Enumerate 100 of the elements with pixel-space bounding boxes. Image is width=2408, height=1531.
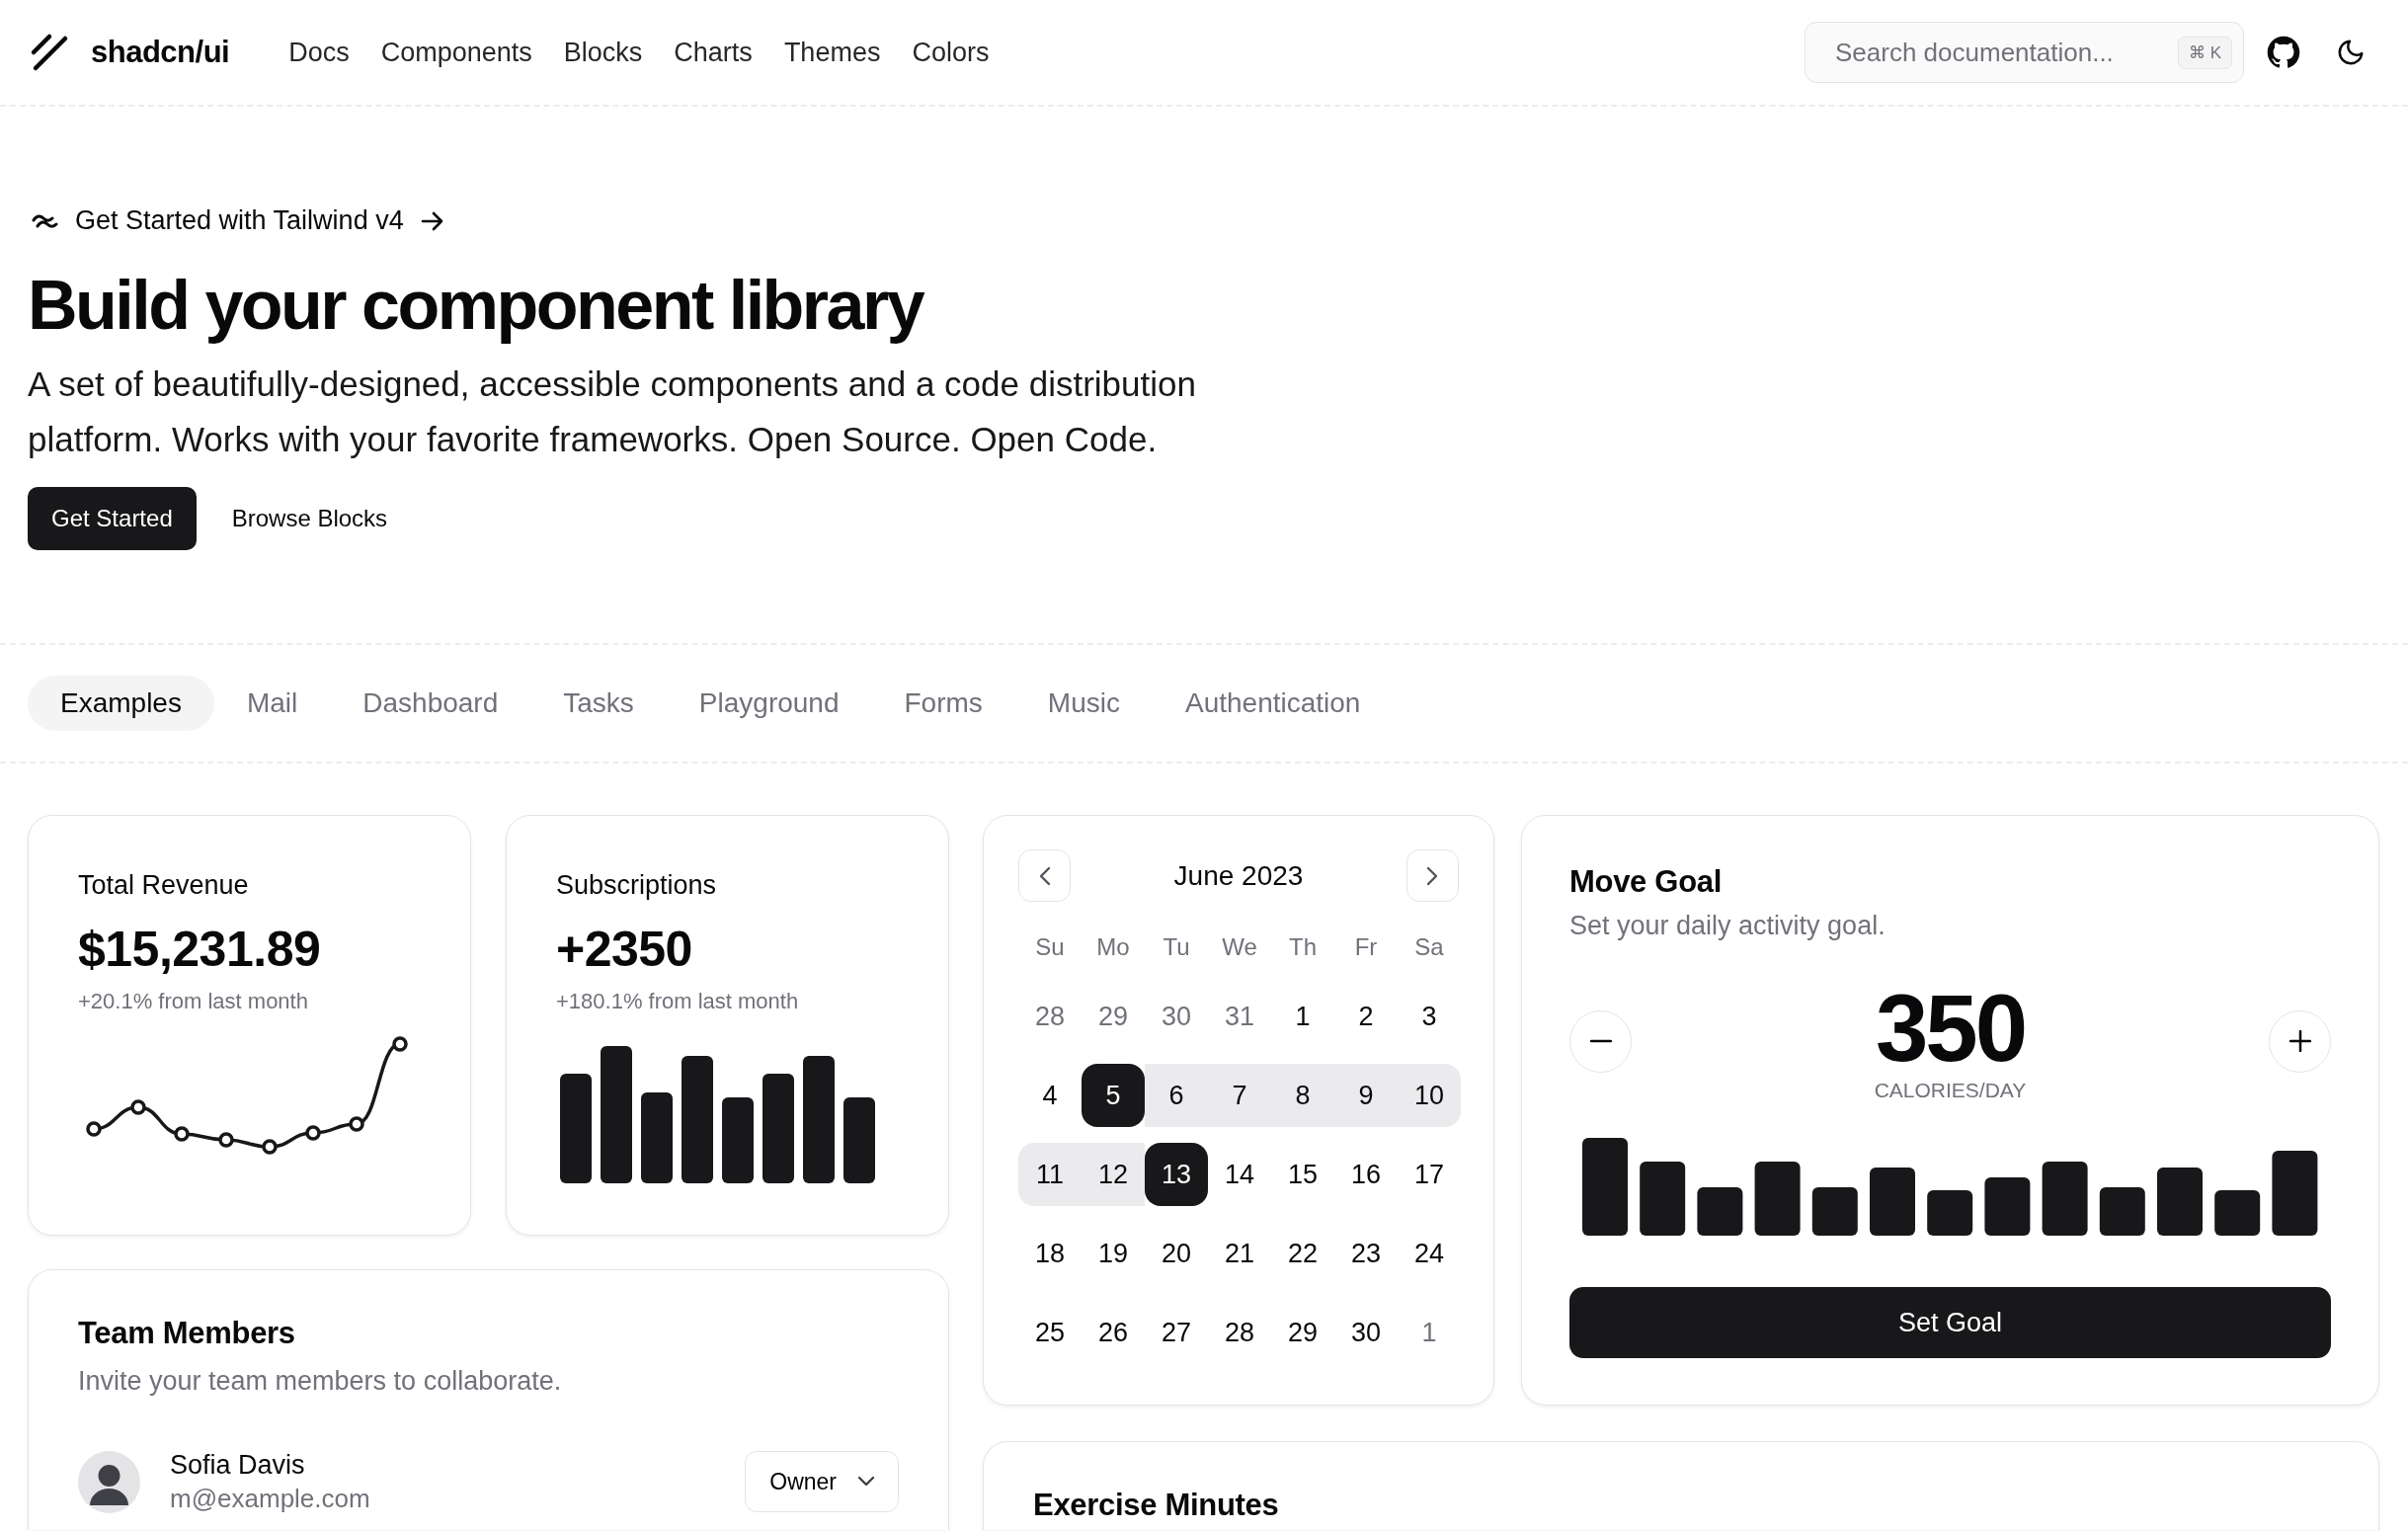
calendar-day[interactable]: 12 — [1082, 1143, 1145, 1206]
calendar-day[interactable]: 28 — [1018, 985, 1082, 1048]
chevron-left-icon — [1037, 864, 1052, 887]
card-title: Move Goal — [1569, 863, 1724, 901]
member-email: m@example.com — [170, 1483, 371, 1515]
set-goal-button[interactable]: Set Goal — [1569, 1287, 2331, 1358]
data-point — [174, 1126, 190, 1142]
calendar-day[interactable]: 3 — [1398, 985, 1461, 1048]
calendar-day[interactable]: 31 — [1208, 985, 1271, 1048]
data-point — [349, 1116, 364, 1132]
calendar-day[interactable]: 13 — [1145, 1143, 1208, 1206]
stat-value: $15,231.89 — [78, 921, 322, 979]
calendar-day[interactable]: 26 — [1082, 1301, 1145, 1364]
calendar-day[interactable]: 16 — [1334, 1143, 1398, 1206]
chart-bar — [2157, 1168, 2203, 1236]
member-name: Sofia Davis — [170, 1449, 306, 1482]
calendar-day[interactable]: 28 — [1208, 1301, 1271, 1364]
chart-bar — [2099, 1187, 2145, 1236]
calendar-day[interactable]: 14 — [1208, 1143, 1271, 1206]
data-point — [130, 1099, 146, 1115]
stat-change: +20.1% from last month — [78, 988, 309, 1015]
nav-link[interactable]: Charts — [662, 29, 764, 76]
calendar-day[interactable]: 1 — [1398, 1301, 1461, 1364]
minus-icon — [1589, 1039, 1612, 1043]
calendar-day[interactable]: 7 — [1208, 1064, 1271, 1127]
stat-change: +180.1% from last month — [556, 988, 800, 1015]
calendar-day[interactable]: 29 — [1271, 1301, 1334, 1364]
calendar-day[interactable]: 10 — [1398, 1064, 1461, 1127]
month-label: June 2023 — [1173, 859, 1304, 892]
card-title: Subscriptions — [556, 869, 718, 902]
moon-icon — [2336, 38, 2366, 67]
chart-bar — [1984, 1177, 2031, 1236]
calendar-day[interactable]: 9 — [1334, 1064, 1398, 1127]
data-point — [305, 1125, 321, 1141]
goal-value: 350 — [1875, 979, 2026, 1078]
weekday-label: Fr — [1353, 933, 1379, 961]
weekday-label: We — [1221, 933, 1258, 961]
goal-unit: CALORIES/DAY — [1874, 1078, 2027, 1103]
example-tab[interactable]: Forms — [871, 676, 1015, 731]
nav-link[interactable]: Themes — [771, 29, 893, 76]
card-title: Total Revenue — [78, 869, 250, 902]
card-description: Set your daily activity goal. — [1569, 910, 1886, 942]
plus-icon — [2288, 1030, 2311, 1052]
announcement-link[interactable]: Get Started with Tailwind v4 — [28, 201, 449, 240]
calendar-day[interactable]: 4 — [1018, 1064, 1082, 1127]
calendar-day[interactable]: 19 — [1082, 1222, 1145, 1285]
chart-bar — [1927, 1190, 1973, 1236]
slash-logo-icon[interactable] — [30, 33, 69, 72]
nav-link[interactable]: Blocks — [551, 29, 655, 76]
nav-link[interactable]: Colors — [900, 29, 1002, 76]
calendar-day[interactable]: 25 — [1018, 1301, 1082, 1364]
example-tab[interactable]: Authentication — [1152, 676, 1394, 731]
calendar-day[interactable]: 24 — [1398, 1222, 1461, 1285]
browse-button[interactable]: Browse Blocks — [207, 487, 412, 550]
calendar-day[interactable]: 5 — [1082, 1064, 1145, 1127]
calendar-day[interactable]: 18 — [1018, 1222, 1082, 1285]
role-dropdown[interactable]: Owner — [745, 1451, 899, 1512]
card-description: Invite your team members to collaborate. — [78, 1365, 563, 1398]
weekday-label: Su — [1034, 933, 1066, 961]
example-tab[interactable]: Playground — [666, 676, 872, 731]
nav-link[interactable]: Docs — [277, 29, 361, 76]
get-started-button[interactable]: Get Started — [28, 487, 197, 550]
chevron-right-icon — [1425, 864, 1440, 887]
nav-link[interactable]: Components — [368, 29, 544, 76]
calendar-day[interactable]: 21 — [1208, 1222, 1271, 1285]
weekday-label: Tu — [1162, 933, 1191, 961]
example-tab[interactable]: Music — [1014, 676, 1153, 731]
logo-text[interactable]: shadcn/ui — [91, 35, 230, 70]
calendar-day[interactable]: 20 — [1145, 1222, 1208, 1285]
github-icon — [2267, 36, 2300, 69]
calendar-day[interactable]: 29 — [1082, 985, 1145, 1048]
data-point — [218, 1132, 234, 1148]
calendar-day[interactable]: 6 — [1145, 1064, 1208, 1127]
calendar-day[interactable]: 15 — [1271, 1143, 1334, 1206]
data-point — [392, 1036, 408, 1052]
chevron-down-icon — [856, 1476, 876, 1488]
example-tab[interactable]: Examples — [28, 676, 214, 731]
calendar-day[interactable]: 8 — [1271, 1064, 1334, 1127]
page-description: A set of beautifully-designed, accessible components and a code distribution platform. Works with your favorite frameworks. Open Source. Open Code. — [28, 363, 1197, 460]
calendar-day[interactable]: 30 — [1334, 1301, 1398, 1364]
weekday-label: Sa — [1413, 933, 1445, 961]
avatar-silhouette — [78, 1450, 140, 1513]
example-tab[interactable]: Tasks — [530, 676, 667, 731]
calendar-day[interactable]: 2 — [1334, 985, 1398, 1048]
calendar-day[interactable]: 17 — [1398, 1143, 1461, 1206]
page-heading: Build your component library — [28, 266, 925, 346]
card-title: Exercise Minutes — [1033, 1487, 1280, 1524]
shortcut-key: ⌘ K — [2177, 37, 2232, 69]
calendar-day[interactable]: 1 — [1271, 985, 1334, 1048]
calendar-day[interactable]: 11 — [1018, 1143, 1082, 1206]
card-title: Team Members — [78, 1315, 296, 1352]
example-tab[interactable]: Mail — [213, 676, 331, 731]
calendar-day[interactable]: 23 — [1334, 1222, 1398, 1285]
weekday-label: Th — [1288, 933, 1318, 961]
example-tab[interactable]: Dashboard — [330, 676, 531, 731]
calendar-day[interactable]: 22 — [1271, 1222, 1334, 1285]
chart-bar — [1697, 1187, 1743, 1236]
calendar-day[interactable]: 30 — [1145, 985, 1208, 1048]
calendar-day[interactable]: 27 — [1145, 1301, 1208, 1364]
data-point — [262, 1139, 278, 1155]
